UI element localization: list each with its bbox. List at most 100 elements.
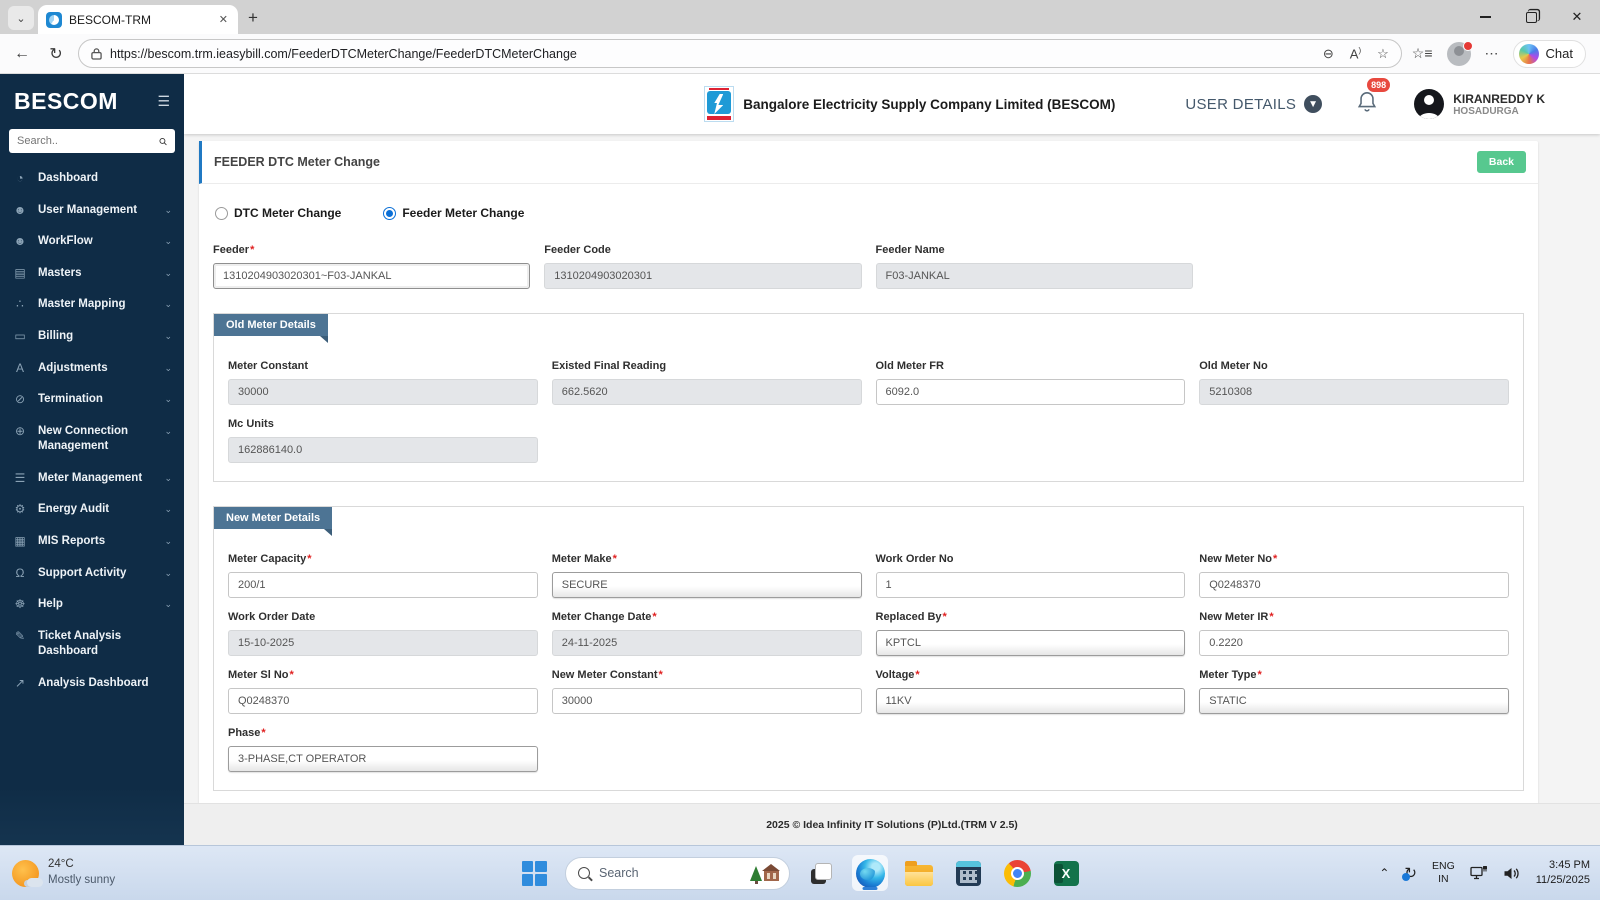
- field-label-old-meter-no: Old Meter No: [1199, 360, 1268, 372]
- input-new-meter-ir[interactable]: 0.2220: [1199, 630, 1509, 656]
- sidebar-item-label: Support Activity: [38, 566, 127, 579]
- sidebar-item-master-mapping[interactable]: ∴ Master Mapping ⌄: [0, 289, 184, 321]
- sidebar-item-new-connection-management[interactable]: ⊕ New Connection Management ⌄: [0, 416, 184, 463]
- radio-dtc-meter-change[interactable]: DTC Meter Change: [215, 206, 341, 220]
- sidebar-item-adjustments[interactable]: A Adjustments ⌄: [0, 353, 184, 385]
- line-chart-icon: ↗: [14, 675, 26, 690]
- volume-icon[interactable]: [1503, 866, 1521, 881]
- browser-tab[interactable]: BESCOM-TRM ✕: [38, 5, 238, 34]
- required-asterisk: *: [942, 611, 947, 623]
- sitemap-icon: ∴: [16, 297, 24, 312]
- tab-search-button[interactable]: ⌄: [8, 6, 34, 30]
- sidebar-item-ticket-analysis-dashboard[interactable]: ✎ Ticket Analysis Dashboard: [0, 621, 184, 668]
- sidebar-item-billing[interactable]: ▭ Billing ⌄: [0, 321, 184, 353]
- browser-toolbar: ← ↻ https://bescom.trm.ieasybill.com/Fee…: [0, 34, 1600, 74]
- sidebar-search[interactable]: [9, 129, 175, 153]
- input-new-meter-no[interactable]: Q0248370: [1199, 572, 1509, 598]
- browser-profile-avatar[interactable]: [1446, 40, 1473, 66]
- sidebar-item-analysis-dashboard[interactable]: ↗ Analysis Dashboard: [0, 668, 184, 700]
- user-profile[interactable]: KIRANREDDY K HOSADURGA: [1414, 89, 1545, 119]
- read-aloud-icon[interactable]: A): [1350, 46, 1361, 61]
- brand-logo-text: BESCOM: [14, 88, 118, 114]
- chevron-down-icon: ⌄: [164, 394, 172, 405]
- sidebar-item-mis-reports[interactable]: ▦ MIS Reports ⌄: [0, 526, 184, 558]
- sidebar-item-help[interactable]: ☸ Help ⌄: [0, 589, 184, 621]
- favorites-bar-icon[interactable]: ☆≡: [1412, 45, 1433, 62]
- sidebar-item-label: Help: [38, 598, 63, 611]
- taskbar-search[interactable]: Search: [565, 856, 790, 890]
- page-content: FEEDER DTC Meter Change Back DTC Meter C…: [184, 134, 1600, 803]
- excel-button[interactable]: X: [1048, 855, 1084, 891]
- required-asterisk: *: [915, 669, 920, 681]
- window-close-button[interactable]: ✕: [1554, 0, 1600, 34]
- tab-close-icon[interactable]: ✕: [217, 13, 230, 26]
- input-meter-sl-no[interactable]: Q0248370: [228, 688, 538, 714]
- copilot-chat-button[interactable]: Chat: [1512, 39, 1586, 68]
- select-meter-type[interactable]: STATIC: [1199, 688, 1509, 714]
- sidebar-item-label: Ticket Analysis Dashboard: [38, 629, 122, 658]
- sidebar-item-workflow[interactable]: ☻ WorkFlow ⌄: [0, 226, 184, 258]
- sync-status-icon[interactable]: ↻: [1402, 864, 1417, 882]
- field-label-work-order-no: Work Order No: [875, 553, 954, 565]
- sidebar-item-label: Meter Management: [38, 471, 143, 484]
- sidebar-search-input[interactable]: [17, 135, 159, 147]
- start-button[interactable]: [516, 855, 552, 891]
- sidebar-item-energy-audit[interactable]: ⚙ Energy Audit ⌄: [0, 494, 184, 526]
- select-replaced-by[interactable]: KPTCL: [875, 630, 1186, 656]
- refresh-icon[interactable]: ↻: [44, 44, 68, 64]
- back-button[interactable]: Back: [1476, 151, 1526, 173]
- plus-circle-icon: ⊕: [14, 423, 26, 438]
- field-old-meter-fr: Old Meter FR 6092.0: [875, 360, 1186, 405]
- user-details-dropdown[interactable]: USER DETAILS ▼: [1185, 95, 1323, 113]
- chevron-down-icon: ▼: [1304, 95, 1323, 113]
- weather-sun-icon: [12, 859, 43, 887]
- language-indicator[interactable]: ENG IN: [1432, 860, 1455, 886]
- sidebar-item-termination[interactable]: ⊘ Termination ⌄: [0, 384, 184, 416]
- sidebar-item-support-activity[interactable]: Ω Support Activity ⌄: [0, 558, 184, 590]
- trash-icon: ⊘: [14, 392, 26, 407]
- edge-taskbar-button[interactable]: [852, 855, 888, 891]
- select-meter-make[interactable]: SECURE: [551, 572, 862, 598]
- more-options-icon[interactable]: ⋯: [1485, 45, 1499, 62]
- notifications-button[interactable]: 898: [1356, 77, 1391, 119]
- tray-expand-icon[interactable]: ⌃: [1379, 866, 1389, 880]
- file-explorer-button[interactable]: [901, 855, 937, 891]
- sidebar-toggle-icon[interactable]: ☰: [157, 93, 170, 110]
- window-minimize-button[interactable]: [1462, 0, 1508, 34]
- sidebar-item-label: Adjustments: [38, 361, 108, 374]
- select-phase[interactable]: 3-PHASE,CT OPERATOR: [228, 746, 538, 772]
- chrome-button[interactable]: [999, 855, 1035, 891]
- weather-widget[interactable]: 24°C Mostly sunny: [12, 857, 115, 888]
- zoom-out-icon[interactable]: ⊖: [1323, 46, 1334, 62]
- input-new-meter-constant[interactable]: 30000: [551, 688, 862, 714]
- input-feeder[interactable]: 1310204903020301~F03-JANKAL: [213, 263, 531, 289]
- calculator-button[interactable]: [950, 855, 986, 891]
- taskbar-clock[interactable]: 3:45 PM 11/25/2025: [1536, 858, 1590, 889]
- sidebar-item-label: Analysis Dashboard: [38, 676, 149, 689]
- radio-feeder-meter-change[interactable]: Feeder Meter Change: [383, 206, 524, 220]
- new-tab-button[interactable]: +: [248, 8, 258, 28]
- sidebar-item-dashboard[interactable]: ◔ Dashboard: [0, 163, 184, 195]
- field-new-meter-constant: New Meter Constant* 30000: [551, 669, 862, 714]
- network-icon[interactable]: [1470, 865, 1488, 881]
- task-view-button[interactable]: [803, 855, 839, 891]
- window-restore-button[interactable]: [1508, 0, 1554, 34]
- back-icon[interactable]: ←: [10, 45, 34, 63]
- chevron-down-icon: ⌄: [164, 267, 172, 278]
- sidebar-item-user-management[interactable]: ☻ User Management ⌄: [0, 195, 184, 227]
- sidebar-item-label: Master Mapping: [38, 298, 126, 311]
- sidebar-item-label: Energy Audit: [38, 503, 110, 516]
- favorite-star-icon[interactable]: ☆: [1377, 46, 1389, 62]
- sidebar-item-masters[interactable]: ▤ Masters ⌄: [0, 258, 184, 290]
- input-work-order-no[interactable]: 1: [875, 572, 1186, 598]
- input-old-meter-fr[interactable]: 6092.0: [875, 379, 1186, 405]
- select-voltage[interactable]: 11KV: [875, 688, 1186, 714]
- field-meter-type: Meter Type* STATIC: [1199, 669, 1509, 714]
- address-bar[interactable]: https://bescom.trm.ieasybill.com/FeederD…: [78, 39, 1402, 68]
- sidebar-item-meter-management[interactable]: ☰ Meter Management ⌄: [0, 463, 184, 495]
- sidebar-item-label: Billing: [38, 329, 74, 342]
- required-asterisk: *: [261, 727, 266, 739]
- input-meter-capacity[interactable]: 200/1: [228, 572, 538, 598]
- chevron-down-icon: ⌄: [164, 425, 172, 436]
- input-feeder-code: 1310204903020301: [544, 263, 862, 289]
